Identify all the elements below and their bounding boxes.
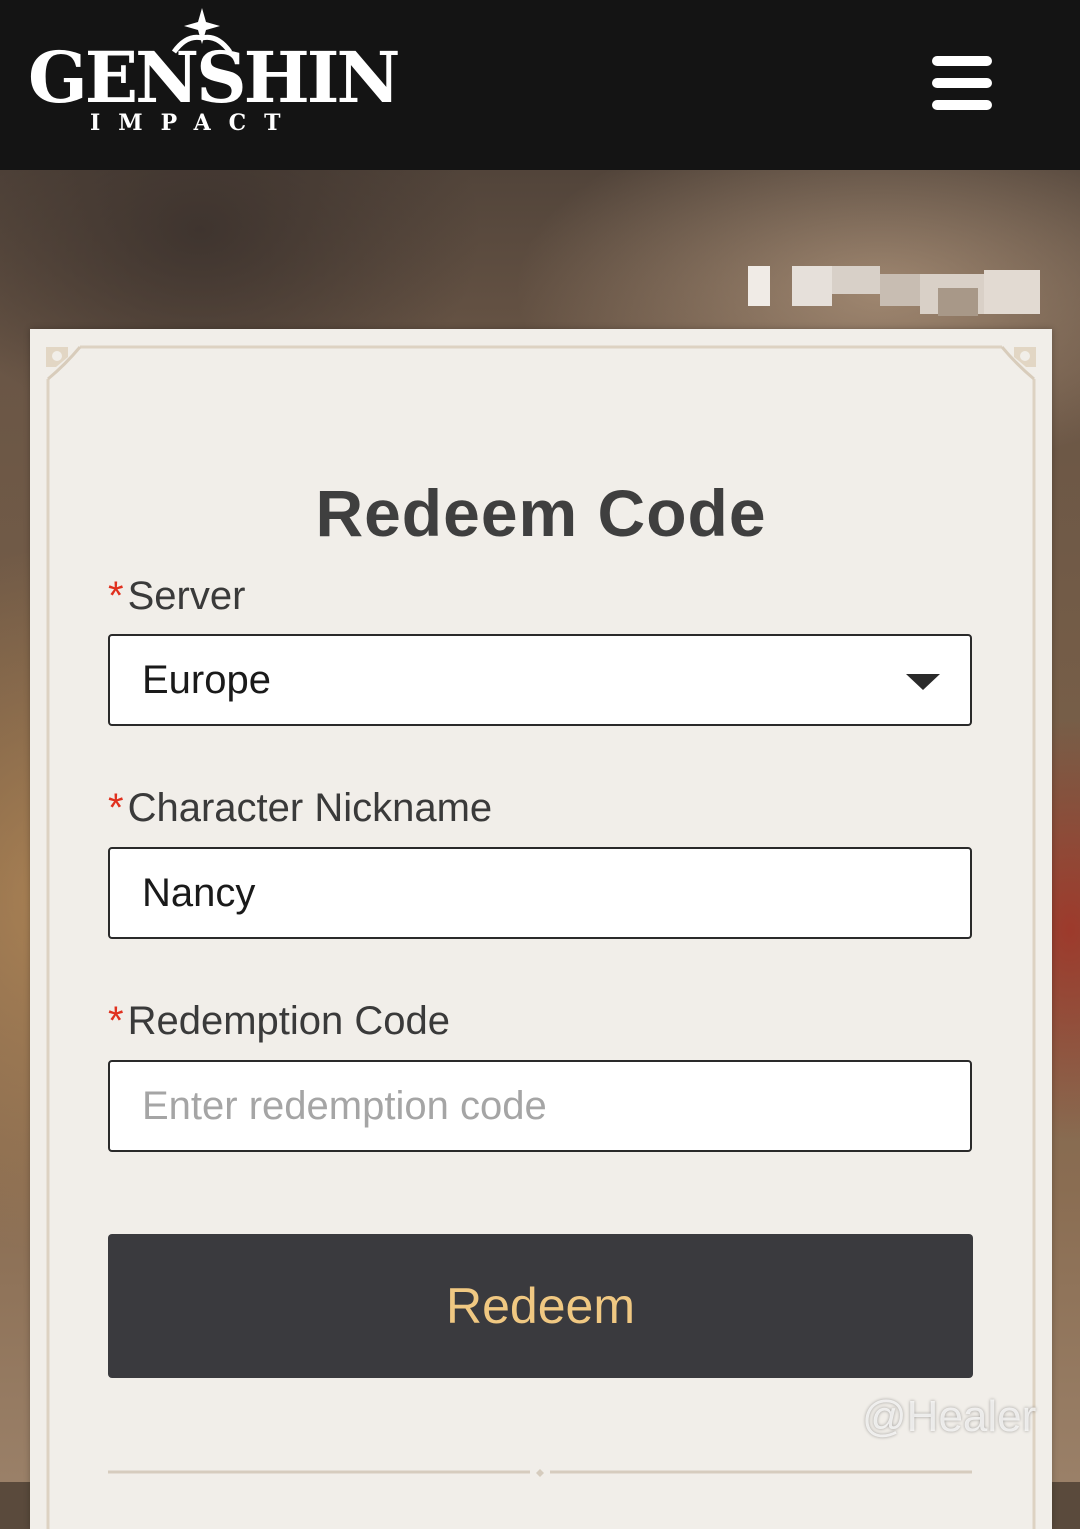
nickname-label: * Character Nickname bbox=[108, 783, 492, 833]
nickname-label-text: Character Nickname bbox=[127, 786, 493, 830]
required-asterisk: * bbox=[108, 786, 124, 830]
chevron-down-icon bbox=[906, 674, 940, 690]
genshin-impact-logo[interactable]: GENSHIN IMPACT bbox=[26, 8, 401, 144]
redeem-button[interactable]: Redeem bbox=[108, 1234, 973, 1378]
bottom-divider bbox=[108, 1469, 972, 1477]
nickname-input[interactable]: Nancy bbox=[108, 847, 972, 939]
required-asterisk: * bbox=[108, 999, 124, 1043]
pixelated-region bbox=[748, 262, 1058, 324]
required-asterisk: * bbox=[108, 574, 124, 618]
site-header: GENSHIN IMPACT bbox=[0, 0, 1080, 170]
redeem-code-card: Redeem Code * Server Europe * Character Ni… bbox=[30, 329, 1052, 1529]
nickname-value: Nancy bbox=[142, 871, 256, 915]
logo-subtitle: IMPACT bbox=[90, 110, 299, 136]
server-label: * Server bbox=[108, 571, 245, 621]
redemption-code-label: * Redemption Code bbox=[108, 996, 450, 1046]
redemption-code-placeholder: Enter redemption code bbox=[142, 1084, 547, 1128]
server-label-text: Server bbox=[127, 574, 246, 618]
server-select[interactable]: Europe bbox=[108, 634, 972, 726]
page-title: Redeem Code bbox=[315, 476, 767, 551]
logo-wordmark: GENSHIN bbox=[28, 36, 401, 119]
redemption-code-input[interactable]: Enter redemption code bbox=[108, 1060, 972, 1152]
redeem-button-label: Redeem bbox=[446, 1278, 635, 1334]
server-selected-value: Europe bbox=[142, 658, 271, 702]
hamburger-menu-icon[interactable] bbox=[922, 46, 1002, 120]
redemption-code-label-text: Redemption Code bbox=[127, 999, 450, 1043]
watermark-text: @Healer bbox=[862, 1392, 1037, 1441]
